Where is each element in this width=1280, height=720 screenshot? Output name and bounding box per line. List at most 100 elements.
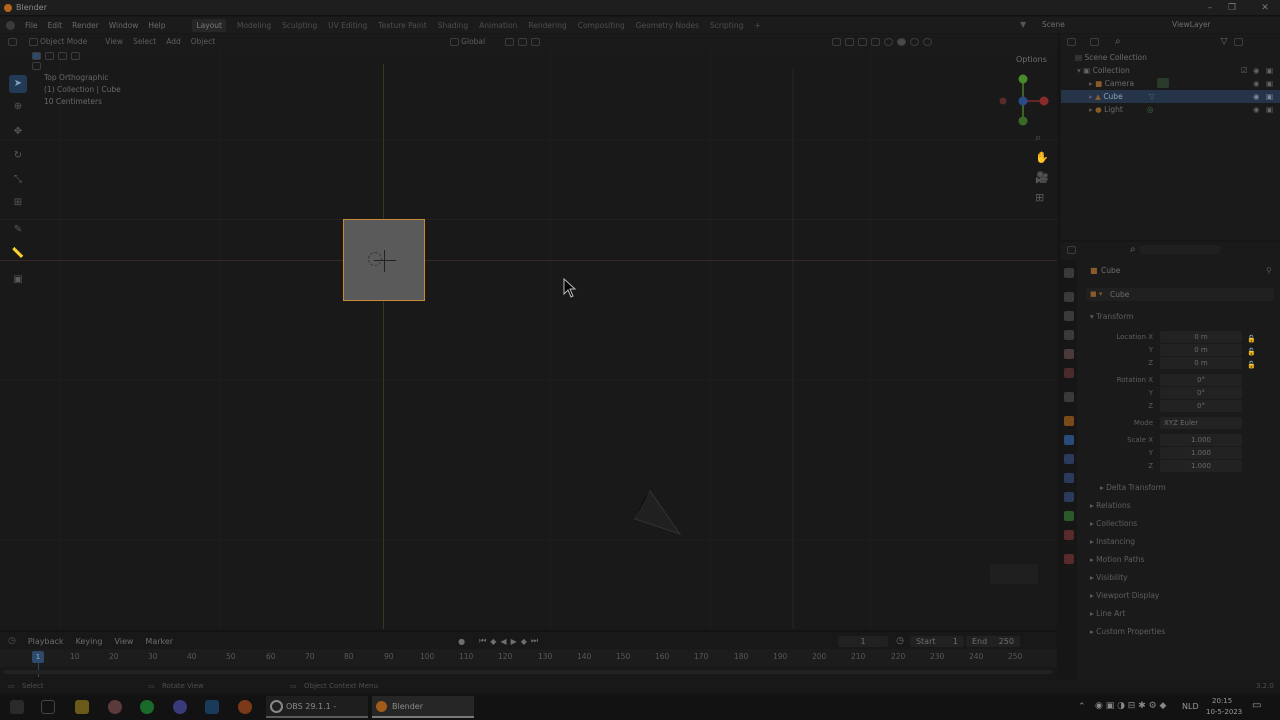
menu-render[interactable]: Render bbox=[72, 21, 99, 30]
navigation-gizmo[interactable] bbox=[995, 71, 1055, 131]
viewlayer-selector[interactable]: ViewLayer bbox=[1172, 20, 1211, 29]
pan-hand-icon[interactable]: ✋ bbox=[1035, 151, 1049, 164]
mode-dropdown[interactable]: Object Mode bbox=[40, 37, 87, 46]
tab-shading[interactable]: Shading bbox=[438, 21, 468, 30]
collections-panel[interactable]: ▸ Collections bbox=[1090, 519, 1137, 528]
prev-keyframe-icon[interactable]: ◆ bbox=[490, 637, 496, 646]
end-frame-field[interactable]: End 250 bbox=[965, 635, 1020, 647]
line-art-panel[interactable]: ▸ Line Art bbox=[1090, 609, 1125, 618]
render-camera-icon[interactable]: ▣ bbox=[1266, 64, 1273, 77]
measure-tool-icon[interactable]: 📏 bbox=[9, 245, 27, 263]
tab-geometry-nodes[interactable]: Geometry Nodes bbox=[636, 21, 699, 30]
tab-sculpting[interactable]: Sculpting bbox=[282, 21, 317, 30]
record-icon[interactable]: ● bbox=[458, 637, 465, 646]
select-mode-buttons[interactable] bbox=[30, 52, 92, 70]
language-indicator[interactable]: NLD bbox=[1182, 702, 1199, 711]
visibility-panel[interactable]: ▸ Visibility bbox=[1090, 573, 1128, 582]
snap-icon[interactable] bbox=[518, 37, 528, 46]
properties-search-input[interactable] bbox=[1139, 245, 1220, 254]
current-frame-field[interactable]: 1 bbox=[838, 635, 889, 647]
visibility-eye-icon[interactable]: ◉ bbox=[1253, 103, 1260, 116]
constraints-tab-icon[interactable] bbox=[1064, 492, 1074, 502]
tab-scripting[interactable]: Scripting bbox=[710, 21, 743, 30]
camera-data-icon[interactable] bbox=[1157, 78, 1169, 88]
tray-icons[interactable]: ◉ ▣ ◑ ⊟ ✱ ⚙ ◆ bbox=[1095, 701, 1166, 711]
photoshop-icon[interactable] bbox=[205, 700, 219, 714]
filter-icon[interactable]: ▽ bbox=[1221, 37, 1228, 47]
rotation-mode-dropdown[interactable]: XYZ Euler bbox=[1160, 417, 1242, 429]
material-tab-icon[interactable] bbox=[1064, 530, 1074, 540]
start-frame-field[interactable]: Start 1 bbox=[909, 635, 964, 647]
jump-end-icon[interactable]: ⏭ bbox=[531, 636, 538, 646]
select-new-icon[interactable] bbox=[32, 52, 41, 60]
motion-paths-panel[interactable]: ▸ Motion Paths bbox=[1090, 555, 1144, 564]
visibility-icon[interactable] bbox=[832, 37, 842, 46]
overlay-icon[interactable] bbox=[858, 37, 868, 46]
timeline-scrollbar[interactable] bbox=[4, 670, 1052, 674]
shading-material-icon[interactable] bbox=[910, 37, 920, 46]
timeline-clock-icon[interactable]: ◷ bbox=[8, 636, 16, 646]
discord-icon[interactable] bbox=[173, 700, 187, 714]
proportional-edit-icon[interactable] bbox=[531, 37, 541, 46]
select-subtract-icon[interactable] bbox=[58, 52, 67, 60]
play-reverse-icon[interactable]: ◀ bbox=[500, 637, 506, 646]
task-view-icon[interactable] bbox=[41, 700, 55, 714]
location-z-field[interactable]: 0 m bbox=[1160, 357, 1242, 369]
shading-rendered-icon[interactable] bbox=[923, 37, 933, 46]
firefox-icon[interactable] bbox=[238, 700, 252, 714]
properties-editor-icon[interactable] bbox=[1067, 245, 1076, 254]
maximize-button[interactable]: ❐ bbox=[1225, 2, 1239, 14]
menu-file[interactable]: File bbox=[25, 21, 38, 30]
outliner-row-light[interactable]: ▸ ● Light ◎ ◉ ▣ bbox=[1061, 103, 1280, 116]
tab-compositing[interactable]: Compositing bbox=[578, 21, 625, 30]
select-invert-icon[interactable] bbox=[71, 52, 80, 60]
taskbar-app-obs[interactable]: OBS 29.1.1 - Profiel... bbox=[266, 696, 368, 718]
ortho-toggle-icon[interactable]: ⊞ bbox=[1035, 191, 1044, 204]
object-name-input[interactable]: Cube bbox=[1110, 290, 1129, 299]
light-data-icon[interactable]: ◎ bbox=[1147, 103, 1154, 116]
blender-menu-icon[interactable] bbox=[6, 20, 15, 30]
next-keyframe-icon[interactable]: ◆ bbox=[521, 637, 527, 646]
shading-solid-icon[interactable] bbox=[897, 37, 907, 46]
visibility-eye-icon[interactable]: ◉ bbox=[1253, 77, 1260, 90]
outliner-row-scene-collection[interactable]: ▤ Scene Collection bbox=[1061, 51, 1280, 64]
menu-marker[interactable]: Marker bbox=[145, 637, 173, 646]
search-icon[interactable]: ⌕ bbox=[1115, 36, 1121, 47]
move-tool-icon[interactable]: ✥ bbox=[9, 123, 27, 141]
gizmo-icon[interactable] bbox=[845, 37, 855, 46]
texture-tab-icon[interactable] bbox=[1064, 554, 1074, 564]
physics-tab-icon[interactable] bbox=[1064, 473, 1074, 483]
3d-viewport[interactable]: Top Orthographic (1) Collection | Cube 1… bbox=[0, 49, 1057, 629]
start-menu-icon[interactable] bbox=[10, 700, 24, 714]
scale-x-field[interactable]: 1.000 bbox=[1160, 434, 1242, 446]
location-y-field[interactable]: 0 m bbox=[1160, 344, 1242, 356]
chrome-icon[interactable] bbox=[108, 700, 122, 714]
clock-time[interactable]: 20:15 bbox=[1212, 697, 1232, 705]
minimize-button[interactable]: – bbox=[1203, 2, 1217, 14]
scene-selector[interactable]: Scene bbox=[1042, 20, 1065, 29]
add-cube-tool-icon[interactable]: ▣ bbox=[9, 271, 27, 289]
options-dropdown[interactable]: Options bbox=[1016, 55, 1047, 64]
render-camera-icon[interactable]: ▣ bbox=[1266, 90, 1273, 103]
shading-wireframe-icon[interactable] bbox=[884, 37, 894, 46]
relations-panel[interactable]: ▸ Relations bbox=[1090, 501, 1131, 510]
rotation-z-field[interactable]: 0° bbox=[1160, 400, 1242, 412]
tab-uv-editing[interactable]: UV Editing bbox=[328, 21, 367, 30]
lock-icons[interactable]: 🔓 🔓 🔓 bbox=[1247, 333, 1256, 372]
data-tab-icon[interactable] bbox=[1064, 511, 1074, 521]
menu-object[interactable]: Object bbox=[191, 37, 215, 46]
select-box-tool-icon[interactable]: ➤ bbox=[9, 75, 27, 93]
orientation-dropdown[interactable]: Global bbox=[461, 37, 485, 46]
tab-rendering[interactable]: Rendering bbox=[528, 21, 566, 30]
cursor-tool-icon[interactable]: ⊕ bbox=[9, 98, 27, 116]
custom-properties-panel[interactable]: ▸ Custom Properties bbox=[1090, 627, 1165, 636]
play-icon[interactable]: ▶ bbox=[511, 637, 517, 646]
menu-keying[interactable]: Keying bbox=[76, 637, 103, 646]
jump-start-icon[interactable]: ⏮ bbox=[479, 636, 486, 646]
file-explorer-icon[interactable] bbox=[75, 700, 89, 714]
visibility-eye-icon[interactable]: ◉ bbox=[1253, 64, 1260, 77]
annotate-tool-icon[interactable]: ✎ bbox=[9, 221, 27, 239]
rotate-tool-icon[interactable]: ↻ bbox=[9, 147, 27, 165]
new-collection-icon[interactable] bbox=[1233, 37, 1243, 46]
tab-animation[interactable]: Animation bbox=[479, 21, 517, 30]
